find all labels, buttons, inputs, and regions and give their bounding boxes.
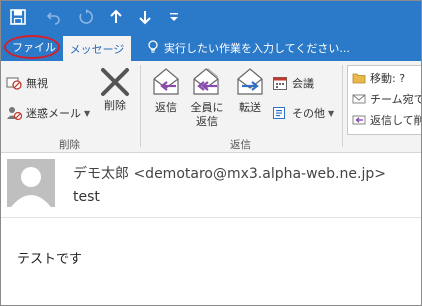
more-label: その他 — [292, 107, 325, 120]
tell-me-search[interactable]: 実行したい作業を入力してください... — [147, 37, 350, 59]
reply-button[interactable]: 返信 — [146, 67, 186, 115]
meeting-label: 会議 — [292, 77, 314, 90]
junk-label: 迷惑メール — [26, 107, 81, 120]
delete-x-icon — [101, 68, 129, 96]
quick-step-reply-delete[interactable]: 返信して削 — [352, 111, 422, 128]
chevron-down-icon: ▼ — [84, 108, 91, 118]
quick-step-move[interactable]: 移動: ? — [352, 69, 405, 86]
undo-button[interactable] — [41, 4, 67, 30]
customize-toolbar-button[interactable] — [161, 4, 187, 30]
ribbon-tabs: ファイル メッセージ 実行したい作業を入力してください... — [1, 33, 421, 61]
redo-button[interactable] — [73, 4, 99, 30]
header-divider — [1, 217, 421, 218]
meeting-button[interactable]: 会議 — [271, 73, 314, 93]
forward-icon — [237, 68, 263, 95]
next-item-button[interactable] — [132, 4, 158, 30]
message-subject: test — [73, 189, 100, 205]
sender-address[interactable]: デモ太郎 <demotaro@mx3.alpha-web.ne.jp> — [73, 163, 386, 183]
outlook-message-window: ファイル メッセージ 実行したい作業を入力してください... 無視 迷惑メール … — [0, 0, 422, 306]
folder-move-icon — [352, 71, 366, 85]
more-options-icon — [271, 104, 289, 122]
redo-icon — [79, 9, 93, 24]
message-header: デモ太郎 <demotaro@mx3.alpha-web.ne.jp> test — [1, 153, 421, 217]
respond-group-label: 返信 — [230, 139, 251, 151]
avatar — [7, 159, 55, 207]
delete-button[interactable]: 削除 — [97, 67, 133, 113]
quick-step-team-email-label: チーム宛て — [370, 92, 422, 106]
reply-icon — [153, 68, 179, 95]
reply-all-label-line2: 返信 — [196, 115, 218, 128]
calendar-icon — [271, 74, 289, 92]
ignore-icon — [5, 74, 23, 92]
save-button[interactable] — [5, 4, 31, 30]
quick-steps-gallery: 移動: ? チーム宛て 返信して削 — [347, 65, 422, 135]
save-icon — [10, 9, 26, 25]
reply-all-label: 全員に 返信 — [191, 101, 224, 129]
reply-label: 返信 — [155, 101, 177, 114]
quick-access-toolbar — [1, 1, 421, 33]
junk-button[interactable]: 迷惑メール ▼ — [5, 103, 90, 123]
ignore-label: 無視 — [26, 77, 48, 90]
delete-label: 削除 — [104, 99, 126, 112]
quick-step-move-label: 移動: ? — [370, 71, 406, 85]
junk-mail-icon — [5, 104, 23, 122]
ignore-button[interactable]: 無視 — [5, 73, 48, 93]
group-divider — [342, 65, 343, 147]
forward-label: 転送 — [239, 101, 261, 114]
dropdown-icon — [170, 13, 178, 21]
reply-all-icon — [193, 68, 219, 95]
ribbon: 無視 迷惑メール ▼ 削除 削除 返信 全員に 返信 転送 会議 その他 ▼ 返… — [1, 61, 421, 153]
undo-icon — [46, 12, 60, 25]
forward-button[interactable]: 転送 — [231, 67, 269, 115]
delete-group-label: 削除 — [59, 139, 80, 151]
reply-all-label-line1: 全員に — [190, 101, 224, 114]
group-divider — [140, 65, 141, 147]
team-email-icon — [352, 92, 366, 106]
chevron-down-icon: ▼ — [328, 108, 335, 118]
person-silhouette-icon — [7, 159, 55, 207]
tab-file[interactable]: ファイル — [7, 35, 61, 59]
lightbulb-icon — [147, 39, 159, 57]
tab-message[interactable]: メッセージ — [63, 36, 131, 61]
previous-item-button[interactable] — [103, 4, 129, 30]
reply-all-button[interactable]: 全員に 返信 — [185, 67, 229, 129]
arrow-down-icon — [139, 11, 151, 25]
quick-step-reply-delete-label: 返信して削 — [370, 113, 422, 127]
reply-delete-icon — [352, 113, 366, 127]
arrow-up-icon — [110, 9, 122, 23]
tell-me-text: 実行したい作業を入力してください... — [164, 42, 350, 55]
more-respond-button[interactable]: その他 ▼ — [271, 103, 334, 123]
message-body: テストです — [17, 252, 83, 267]
quick-step-team-email[interactable]: チーム宛て — [352, 90, 422, 107]
